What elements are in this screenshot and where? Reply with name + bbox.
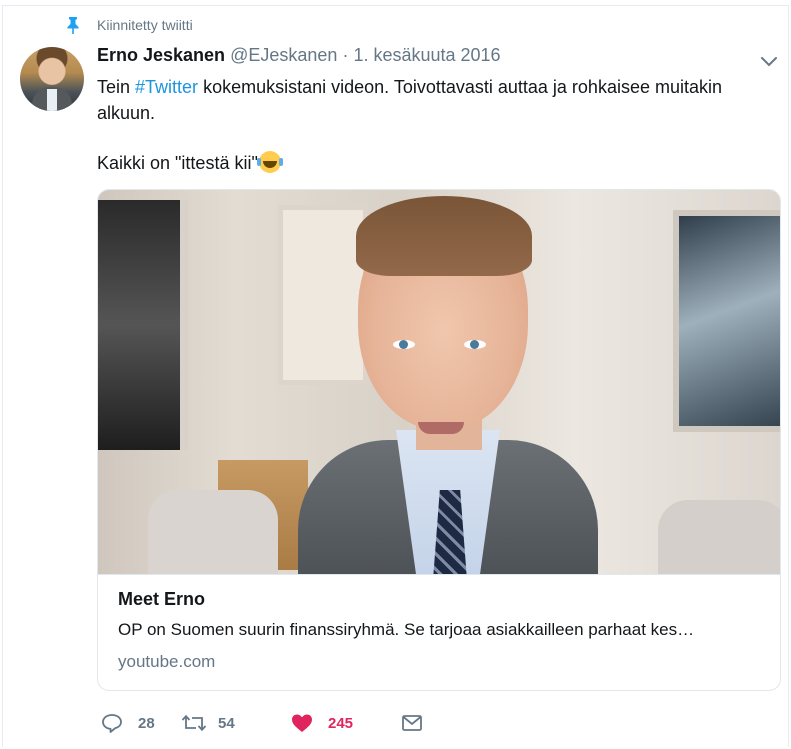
retweet-button[interactable]: 54	[181, 713, 291, 733]
link-card[interactable]: Meet Erno OP on Suomen suurin finanssiry…	[97, 189, 781, 691]
mail-icon	[401, 713, 423, 733]
hashtag-link[interactable]: #Twitter	[135, 77, 198, 97]
tweet-header: Erno Jeskanen @EJeskanen · 1. kesäkuuta …	[97, 45, 501, 66]
card-thumbnail[interactable]	[98, 190, 780, 575]
author-name[interactable]: Erno Jeskanen	[97, 45, 225, 65]
tweet-text-line1: Tein #Twitter kokemuksistani videon. Toi…	[97, 77, 723, 123]
heart-icon	[291, 713, 313, 733]
tweet-actions: 28 54 245	[101, 713, 438, 733]
avatar[interactable]	[20, 47, 84, 111]
header-separator: ·	[342, 45, 349, 65]
direct-message-button[interactable]	[401, 713, 438, 733]
reply-icon	[101, 713, 123, 733]
chevron-down-icon[interactable]	[760, 55, 778, 67]
author-handle[interactable]: @EJeskanen	[230, 45, 337, 65]
emoji-tears-of-joy-icon	[256, 151, 281, 173]
reply-button[interactable]: 28	[101, 713, 181, 733]
like-button[interactable]: 245	[291, 713, 401, 733]
card-title: Meet Erno	[118, 589, 206, 609]
pin-icon	[65, 16, 81, 34]
tweet-text-line2: Kaikki on "ittestä kii"	[97, 150, 767, 176]
reply-count: 28	[138, 714, 155, 732]
like-count: 245	[328, 714, 354, 732]
tweet-text: Tein #Twitter kokemuksistani videon. Toi…	[97, 74, 767, 176]
pinned-indicator: Kiinnitetty twiitti	[65, 16, 193, 34]
retweet-count: 54	[218, 714, 235, 732]
pinned-label: Kiinnitetty twiitti	[97, 17, 193, 33]
tweet[interactable]: Kiinnitetty twiitti Erno Jeskanen @EJesk…	[2, 5, 789, 747]
card-description: OP on Suomen suurin finanssiryhmä. Se ta…	[118, 620, 695, 639]
card-domain: youtube.com	[118, 652, 216, 671]
tweet-date[interactable]: 1. kesäkuuta 2016	[353, 45, 500, 65]
retweet-icon	[181, 713, 207, 733]
